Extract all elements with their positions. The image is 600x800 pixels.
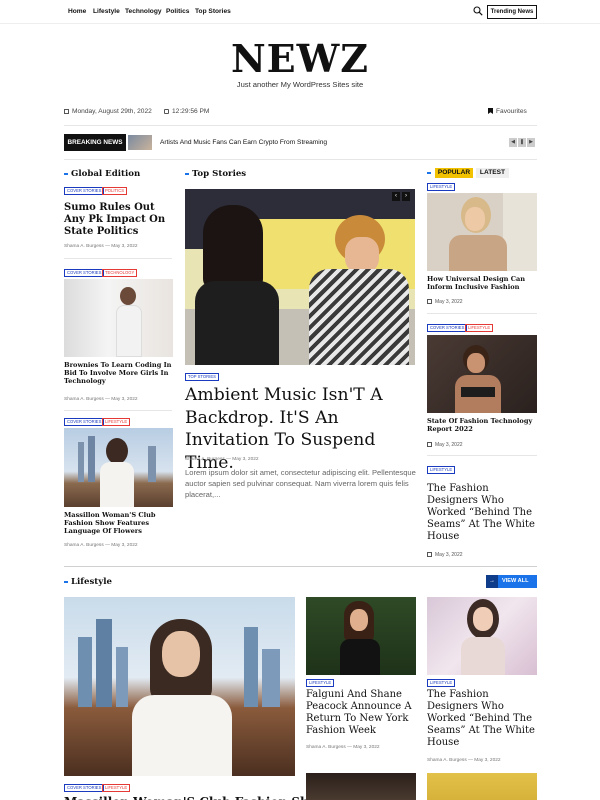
post-title[interactable]: The Fashion Designers Who Worked “Behind… — [427, 483, 539, 543]
category-badge[interactable]: TECHNOLOGY — [102, 269, 138, 277]
category-badge[interactable]: LIFESTYLE — [465, 324, 494, 332]
post-title[interactable]: Sumo Rules Out Any Pk Impact On State Po… — [64, 202, 174, 238]
current-date: Monday, August 29th, 2022 — [64, 108, 152, 115]
slider-next-icon[interactable]: › — [402, 192, 410, 201]
calendar-icon — [64, 109, 69, 114]
post-title[interactable]: State Of Fashion Technology Report 2022 — [427, 417, 537, 434]
divider — [64, 566, 537, 567]
calendar-icon — [427, 552, 432, 557]
post-image[interactable] — [427, 773, 537, 800]
category-badge[interactable]: TOP STORIES — [185, 373, 219, 381]
category-badge[interactable]: COVER STORIES — [64, 269, 105, 277]
next-icon[interactable]: ▶ — [527, 138, 535, 147]
breaking-news-label: BREAKING NEWS — [64, 134, 126, 151]
tab-popular[interactable]: POPULAR — [435, 168, 473, 178]
post-byline: Shama A. Burgess — May 3, 2022 — [306, 745, 380, 750]
post-title[interactable]: Massillon Woman'S Club Fashion Show Feat… — [64, 511, 174, 536]
post-image[interactable] — [306, 773, 416, 800]
divider — [64, 159, 537, 160]
section-title-global-edition: Global Edition — [64, 169, 140, 179]
post-image[interactable] — [427, 597, 537, 675]
category-badge[interactable]: COVER STORIES — [427, 324, 468, 332]
post-byline: Shama A. Burgess — May 3, 2022 — [64, 397, 138, 402]
category-badge[interactable]: LIFESTYLE — [427, 679, 456, 687]
calendar-icon — [427, 442, 432, 447]
post-byline: Shama A. Burgess — May 3, 2022 — [64, 244, 138, 249]
post-byline: Shama A. Burgess — May 3, 2022 — [64, 543, 138, 548]
prev-icon[interactable]: ◀ — [509, 138, 517, 147]
category-badge[interactable]: COVER STORIES — [64, 784, 105, 792]
category-badge[interactable]: POLITICS — [102, 187, 128, 195]
clock-icon — [164, 109, 169, 114]
slider-prev-icon[interactable]: ‹ — [392, 192, 400, 201]
post-date: May 3, 2022 — [427, 299, 463, 305]
lifestyle-featured-image[interactable] — [64, 597, 295, 776]
post-date: May 3, 2022 — [427, 442, 463, 448]
site-tagline: Just another My WordPress Sites site — [236, 80, 364, 89]
post-image[interactable] — [306, 597, 416, 675]
bookmark-icon — [488, 108, 493, 114]
category-badge[interactable]: COVER STORIES — [64, 418, 105, 426]
search-icon[interactable] — [473, 6, 483, 16]
tab-marker — [427, 172, 431, 174]
divider — [64, 410, 172, 411]
post-title[interactable]: The Fashion Designers Who Worked “Behind… — [427, 689, 539, 749]
category-badge[interactable]: LIFESTYLE — [102, 784, 131, 792]
category-badge[interactable]: COVER STORIES — [64, 187, 105, 195]
breaking-news-headline[interactable]: Artists And Music Fans Can Earn Crypto F… — [160, 139, 327, 146]
view-all-button[interactable]: → VIEW ALL — [486, 575, 537, 588]
post-image[interactable] — [427, 193, 537, 271]
category-badge[interactable]: LIFESTYLE — [102, 418, 131, 426]
featured-post-byline: Shama A. Burgess — May 3, 2022 — [185, 457, 259, 462]
post-title[interactable]: Brownies To Learn Coding In Bid To Invol… — [64, 361, 176, 386]
pause-icon[interactable]: ❚ — [518, 138, 526, 147]
category-badge[interactable]: LIFESTYLE — [427, 466, 456, 474]
arrow-right-icon: → — [486, 575, 498, 588]
current-time: 12:29:56 PM — [164, 108, 209, 115]
post-title[interactable]: Falguni And Shane Peacock Announce A Ret… — [306, 689, 418, 737]
category-badge[interactable]: LIFESTYLE — [306, 679, 335, 687]
nav-item-technology[interactable]: Technology — [125, 8, 162, 15]
divider — [64, 258, 172, 259]
tab-latest[interactable]: LATEST — [476, 168, 509, 178]
divider — [427, 455, 537, 456]
section-title-top-stories: Top Stories — [185, 169, 246, 179]
post-title[interactable]: How Universal Design Can Inform Inclusiv… — [427, 275, 537, 292]
site-logo[interactable]: NEWZ — [0, 36, 600, 81]
post-date: May 3, 2022 — [427, 552, 463, 558]
calendar-icon — [427, 299, 432, 304]
featured-image[interactable]: ‹ › — [185, 189, 415, 365]
post-byline: Shama A. Burgess — May 3, 2022 — [427, 758, 501, 763]
nav-item-lifestyle[interactable]: Lifestyle — [93, 8, 120, 15]
featured-post-excerpt: Lorem ipsum dolor sit amet, consectetur … — [185, 468, 416, 499]
post-image[interactable] — [64, 428, 173, 507]
nav-item-top-stories[interactable]: Top Stories — [195, 8, 231, 15]
favourites-link[interactable]: Favourites — [488, 108, 527, 115]
post-image[interactable] — [64, 279, 173, 357]
category-badge[interactable]: LIFESTYLE — [427, 183, 456, 191]
nav-item-home[interactable]: Home — [68, 8, 86, 15]
trending-news-button[interactable]: Trending News — [487, 5, 537, 19]
section-title-lifestyle: Lifestyle — [64, 577, 112, 587]
top-nav: Home Lifestyle Technology Politics Top S… — [0, 0, 600, 24]
breaking-news-thumbnail[interactable] — [128, 135, 152, 150]
divider — [427, 313, 537, 314]
divider — [64, 125, 537, 126]
nav-item-politics[interactable]: Politics — [166, 8, 189, 15]
post-image[interactable] — [427, 335, 537, 413]
